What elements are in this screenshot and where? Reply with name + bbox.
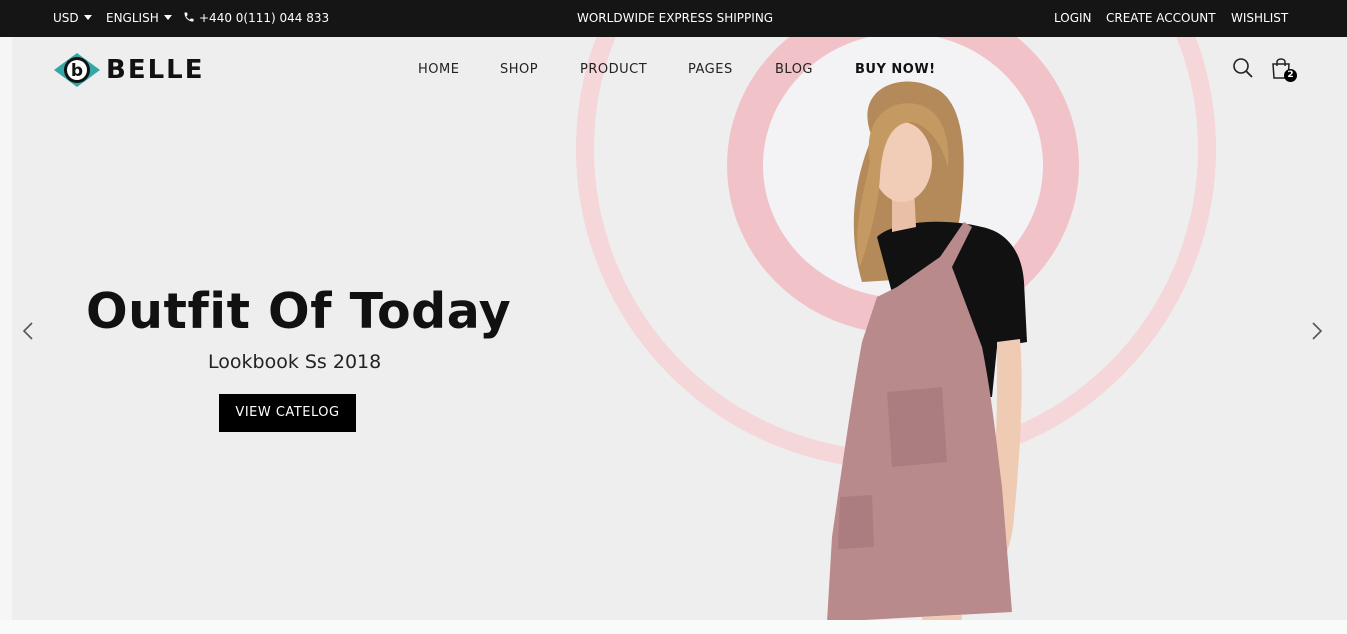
view-catalog-button[interactable]: VIEW CATELOG	[219, 394, 356, 432]
page-left-gutter	[0, 37, 12, 634]
language-label: ENGLISH	[106, 11, 159, 25]
page-bottom-edge	[0, 620, 1347, 634]
top-bar: USD ENGLISH +440 0(111) 044 833 WORLDWID…	[0, 0, 1347, 37]
nav-home[interactable]: HOME	[418, 62, 459, 77]
cart-button[interactable]: 2	[1271, 57, 1297, 82]
hero-slider: b BELLE HOME SHOP PRODUCT PAGES BLOG BUY…	[12, 37, 1347, 620]
model-image	[827, 81, 1027, 620]
hero-subtitle: Lookbook Ss 2018	[208, 351, 382, 373]
search-icon[interactable]	[1232, 57, 1254, 79]
logo[interactable]: b BELLE	[52, 51, 204, 89]
nav-product[interactable]: PRODUCT	[580, 62, 647, 77]
logo-icon: b	[54, 53, 100, 87]
language-selector[interactable]: ENGLISH	[106, 11, 172, 25]
phone-number: +440 0(111) 044 833	[199, 11, 330, 25]
wishlist-link[interactable]: WISHLIST	[1231, 11, 1288, 25]
caret-down-icon	[163, 15, 172, 20]
phone-icon	[184, 12, 194, 22]
logo-text: BELLE	[106, 55, 205, 85]
nav-pages[interactable]: PAGES	[688, 62, 733, 77]
cart-count-badge: 2	[1284, 69, 1297, 82]
nav-shop[interactable]: SHOP	[500, 62, 538, 77]
login-link[interactable]: LOGIN	[1054, 11, 1092, 25]
phone-contact[interactable]: +440 0(111) 044 833	[183, 11, 329, 25]
nav-blog[interactable]: BLOG	[775, 62, 813, 77]
create-account-link[interactable]: CREATE ACCOUNT	[1106, 11, 1216, 25]
svg-text:b: b	[71, 61, 83, 81]
currency-selector[interactable]: USD	[53, 11, 92, 25]
caret-down-icon	[83, 15, 92, 20]
currency-label: USD	[53, 11, 79, 25]
nav-buy-now[interactable]: BUY NOW!	[855, 62, 936, 77]
hero-title: Outfit Of Today	[86, 283, 512, 340]
slider-next-arrow-icon[interactable]	[1309, 320, 1325, 342]
slider-prev-arrow-icon[interactable]	[20, 320, 36, 342]
shipping-notice: WORLDWIDE EXPRESS SHIPPING	[577, 11, 774, 25]
